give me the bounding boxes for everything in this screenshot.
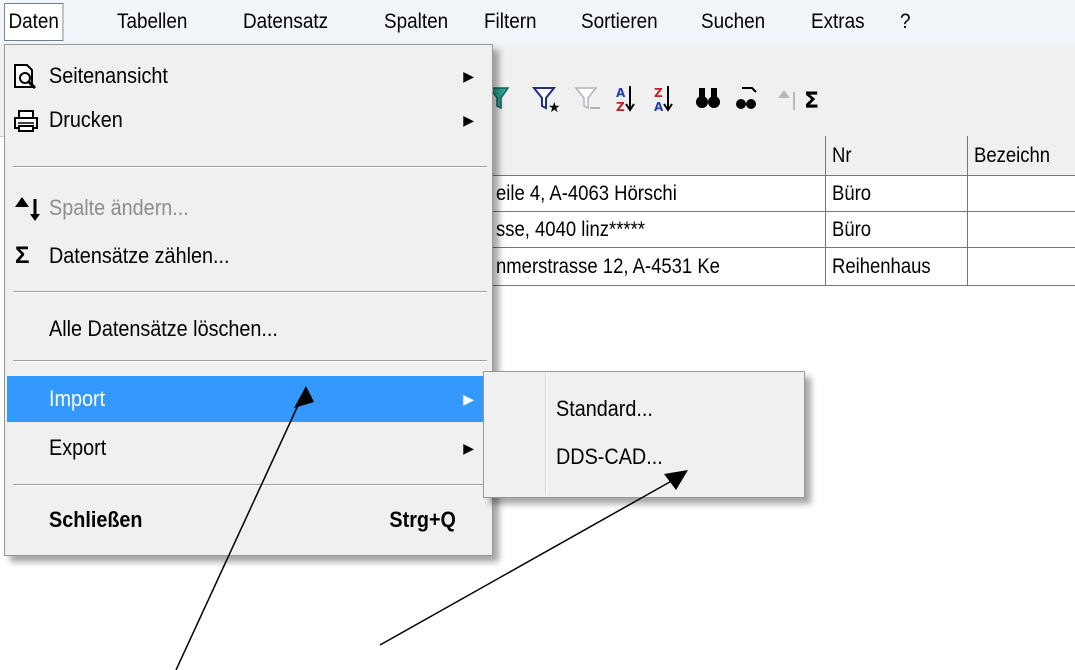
svg-text:A: A bbox=[616, 86, 626, 100]
svg-text:Z: Z bbox=[616, 100, 625, 114]
submenu-arrow-icon: ▶ bbox=[463, 440, 474, 456]
submenu-arrow-icon: ▶ bbox=[463, 391, 474, 407]
menu-suchen[interactable]: Suchen bbox=[701, 4, 765, 40]
submenu-arrow-icon: ▶ bbox=[463, 112, 474, 128]
import-submenu: Standard... DDS-CAD... bbox=[483, 371, 805, 498]
menu-item-alle-loeschen[interactable]: Alle Datensätze löschen... bbox=[7, 307, 488, 351]
menu-separator bbox=[13, 166, 487, 168]
table-cell[interactable]: Reihenhaus bbox=[826, 248, 968, 286]
menu-extras[interactable]: Extras bbox=[811, 4, 865, 40]
menu-item-schliessen[interactable]: Schließen Strg+Q bbox=[7, 497, 488, 543]
sort-descending-icon[interactable]: Z A bbox=[654, 86, 673, 114]
svg-text:★: ★ bbox=[548, 100, 561, 116]
menu-sortieren[interactable]: Sortieren bbox=[581, 4, 658, 40]
svg-text:Z: Z bbox=[654, 86, 663, 100]
submenu-arrow-icon: ▶ bbox=[463, 68, 474, 84]
funnel-star-icon[interactable]: ★ bbox=[531, 87, 561, 116]
table-cell[interactable]: eile 4, A-4063 Hörschi bbox=[490, 176, 826, 212]
menu-gutter bbox=[545, 374, 547, 495]
column-change-icon bbox=[15, 197, 40, 221]
submenu-item-standard[interactable]: Standard... bbox=[556, 386, 664, 432]
toolbar-icons: ★ A Z Z A Σ bbox=[488, 86, 819, 116]
menu-item-seitenansicht[interactable]: Seitenansicht ▶ bbox=[7, 53, 488, 99]
menu-help[interactable]: ? bbox=[900, 4, 911, 40]
table-cell[interactable] bbox=[968, 248, 1075, 286]
submenu-item-dds-cad[interactable]: DDS-CAD... bbox=[556, 434, 675, 480]
menu-item-spalte-aendern: Spalte ändern... bbox=[7, 185, 488, 231]
binoculars-icon[interactable] bbox=[696, 88, 720, 108]
sum-icon: Σ bbox=[15, 242, 30, 269]
table-cell[interactable] bbox=[968, 176, 1075, 212]
table-cell[interactable]: Büro bbox=[826, 176, 968, 212]
menu-spalten[interactable]: Spalten bbox=[384, 4, 448, 40]
menu-item-drucken[interactable]: Drucken ▶ bbox=[7, 97, 488, 143]
menu-tabellen[interactable]: Tabellen bbox=[117, 4, 187, 40]
menu-datensatz[interactable]: Datensatz bbox=[243, 4, 328, 40]
menu-daten[interactable]: Daten bbox=[4, 3, 64, 41]
column-change-icon[interactable] bbox=[778, 90, 795, 110]
table-cell[interactable] bbox=[968, 212, 1075, 248]
menu-item-import[interactable]: Import ▶ bbox=[7, 376, 488, 422]
column-header-nr[interactable]: Nr bbox=[826, 136, 968, 176]
menu-item-datensaetze-zaehlen[interactable]: Σ Datensätze zählen... bbox=[7, 233, 488, 279]
shortcut-label: Strg+Q bbox=[389, 507, 456, 532]
menu-item-export[interactable]: Export ▶ bbox=[7, 425, 488, 471]
table-cell[interactable]: nmerstrasse 12, A-4531 Ke bbox=[490, 248, 826, 286]
funnel-clear-icon[interactable] bbox=[574, 87, 600, 110]
svg-text:Σ: Σ bbox=[804, 89, 819, 114]
print-preview-icon bbox=[14, 64, 37, 89]
svg-text:A: A bbox=[654, 100, 664, 114]
menu-bar: Daten Tabellen Datensatz Spalten Filtern… bbox=[0, 0, 1075, 45]
column-header-address[interactable] bbox=[490, 136, 826, 176]
menu-separator bbox=[13, 360, 487, 362]
menu-separator bbox=[13, 484, 487, 486]
find-replace-icon[interactable] bbox=[736, 87, 757, 109]
table-cell[interactable]: Büro bbox=[826, 212, 968, 248]
table-cell[interactable]: sse, 4040 linz***** bbox=[490, 212, 826, 248]
sort-ascending-icon[interactable]: A Z bbox=[616, 86, 635, 114]
sum-icon[interactable]: Σ bbox=[804, 89, 819, 114]
menu-separator bbox=[13, 291, 487, 293]
printer-icon bbox=[14, 110, 38, 132]
menu-filtern[interactable]: Filtern bbox=[484, 4, 537, 40]
daten-dropdown-menu: Seitenansicht ▶ Drucken ▶ Spalte ändern.… bbox=[4, 44, 493, 556]
column-header-bezeichnung[interactable]: Bezeichn bbox=[968, 136, 1075, 176]
